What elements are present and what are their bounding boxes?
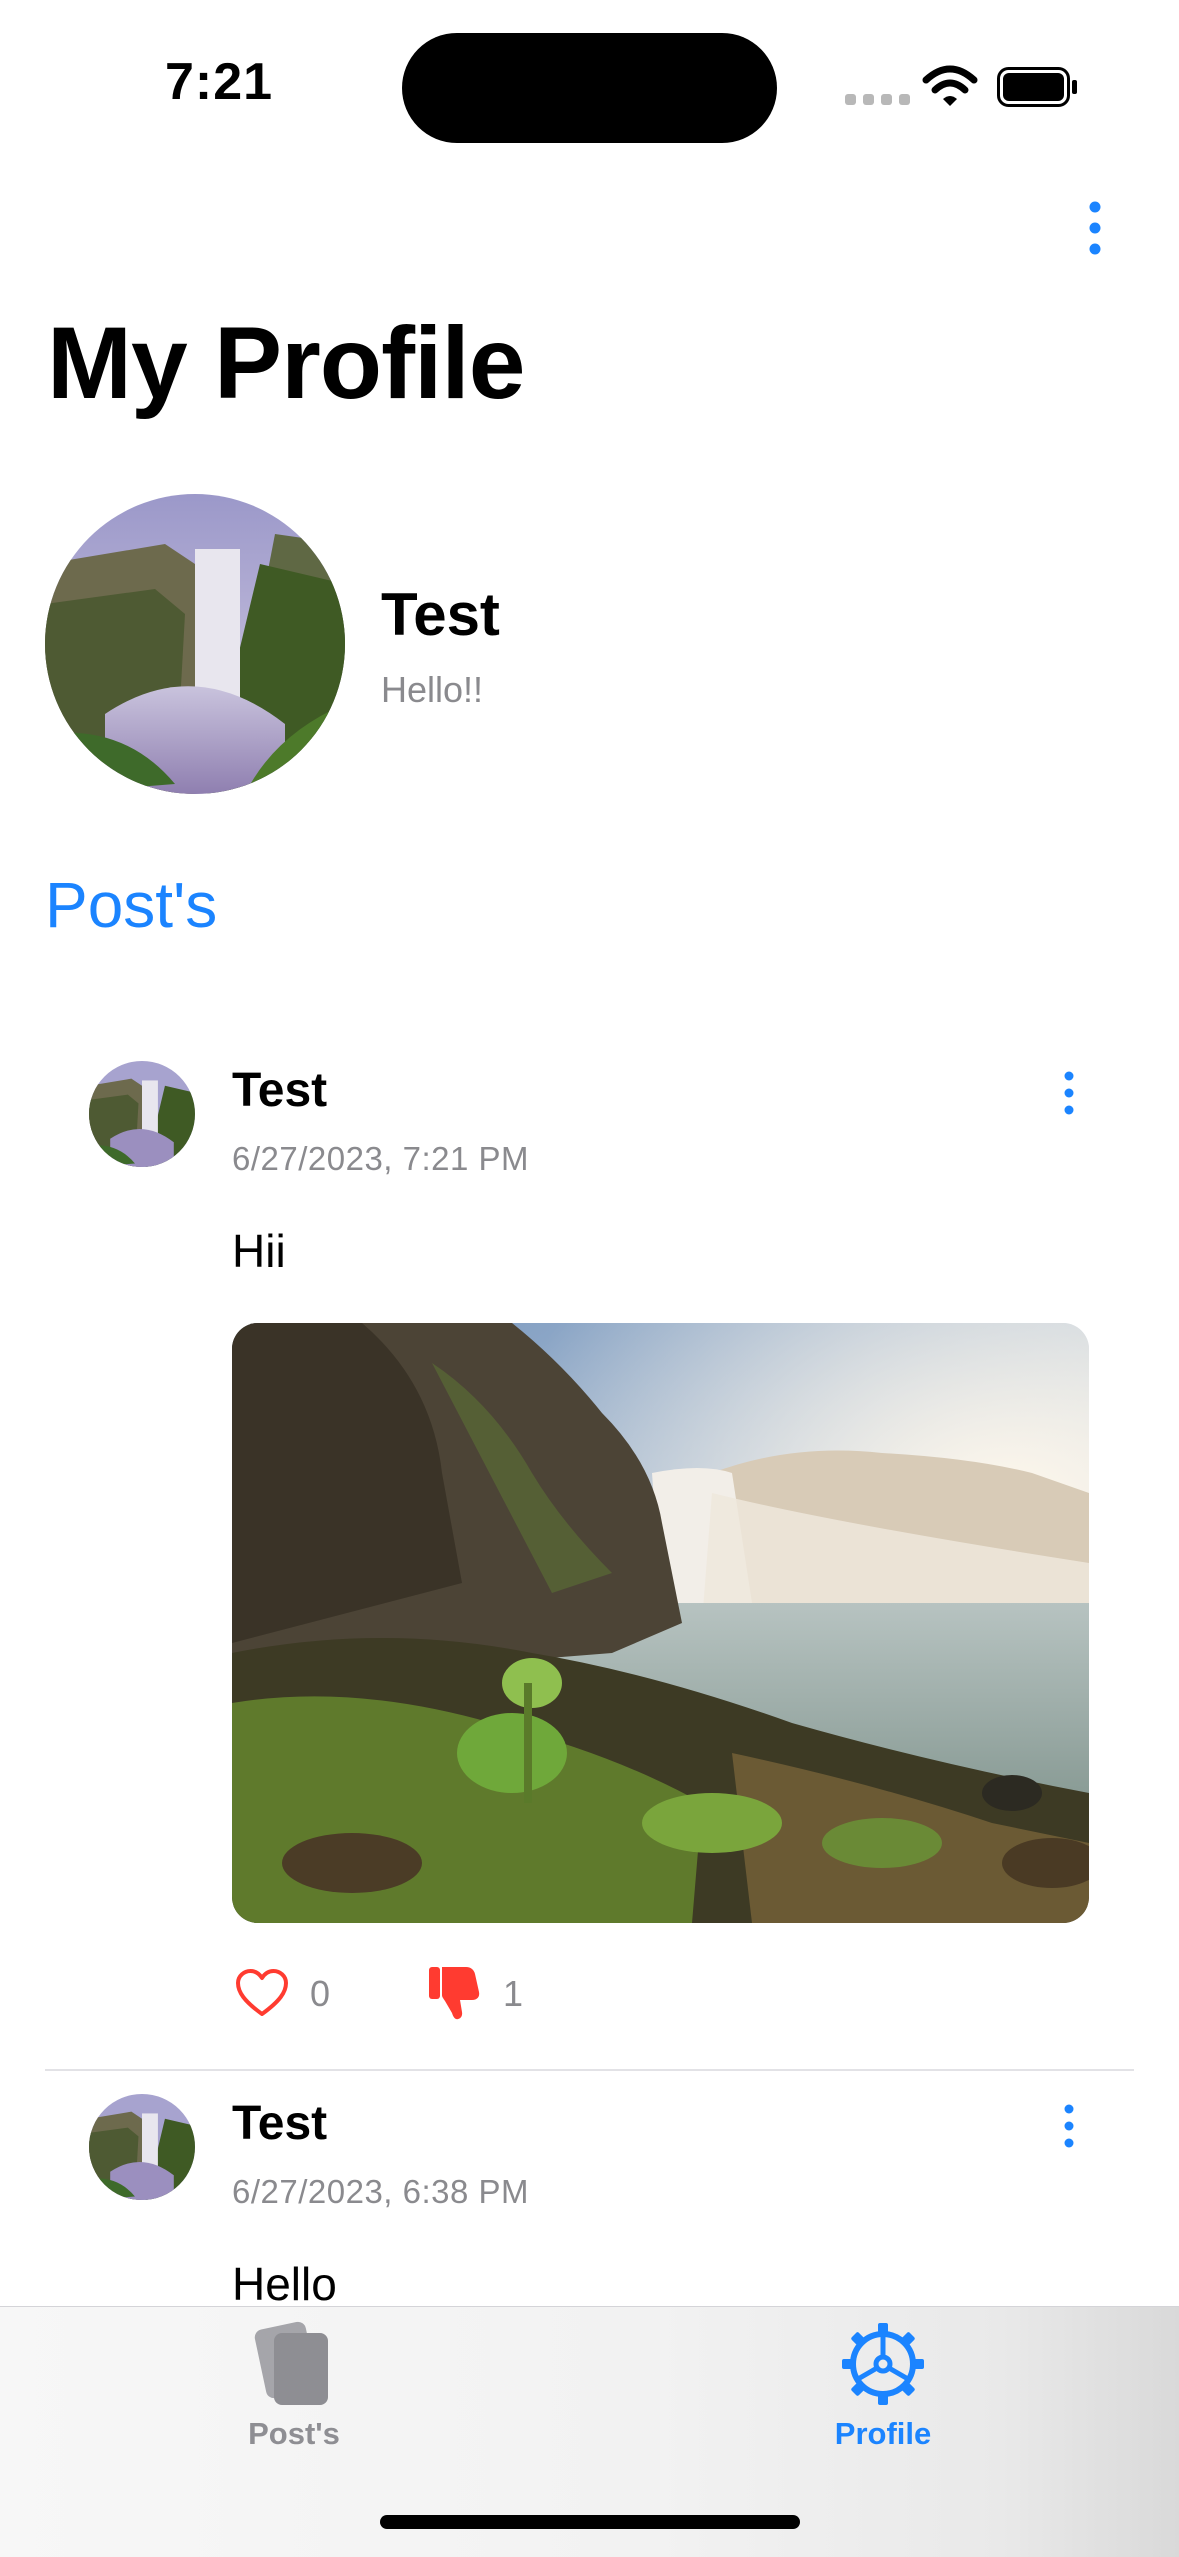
post-author-name: Test xyxy=(232,1064,328,1117)
stacked-cards-icon xyxy=(254,2321,328,2405)
post-text: Hii xyxy=(232,1225,286,1277)
post-author-name: Test xyxy=(232,2097,328,2150)
post-divider xyxy=(45,2069,1134,2071)
cellular-signal-icon xyxy=(845,94,910,105)
posts-section-title: Post's xyxy=(45,869,218,941)
post-date: 6/27/2023, 6:38 PM xyxy=(232,2173,530,2210)
tab-posts[interactable]: Post's xyxy=(144,2321,444,2452)
post-author-avatar[interactable] xyxy=(89,2094,195,2200)
status-time: 7:21 xyxy=(165,53,274,111)
profile-name: Test xyxy=(381,581,500,648)
dislike-count: 1 xyxy=(503,1973,524,2014)
post-more-options-icon[interactable] xyxy=(1058,2103,1080,2149)
gear-icon xyxy=(842,2323,924,2405)
home-indicator xyxy=(380,2515,800,2529)
page-title: My Profile xyxy=(47,306,525,420)
tab-label: Profile xyxy=(834,2416,932,2451)
profile-bio: Hello!! xyxy=(381,669,484,710)
battery-icon xyxy=(997,67,1077,107)
post-image[interactable] xyxy=(232,1323,1089,1923)
thumbs-down-icon[interactable] xyxy=(428,1964,484,2022)
tab-label: Post's xyxy=(248,2416,340,2451)
heart-icon[interactable] xyxy=(235,1968,289,2018)
tab-profile[interactable]: Profile xyxy=(733,2321,1033,2452)
profile-avatar[interactable] xyxy=(45,494,345,794)
dynamic-island xyxy=(402,33,777,143)
post-text: Hello xyxy=(232,2258,337,2310)
wifi-icon xyxy=(922,65,978,106)
more-options-icon[interactable] xyxy=(1080,200,1110,256)
post-author-avatar[interactable] xyxy=(89,1061,195,1167)
post-date: 6/27/2023, 7:21 PM xyxy=(232,1140,530,1177)
like-count: 0 xyxy=(310,1973,331,2014)
post-more-options-icon[interactable] xyxy=(1058,1070,1080,1116)
